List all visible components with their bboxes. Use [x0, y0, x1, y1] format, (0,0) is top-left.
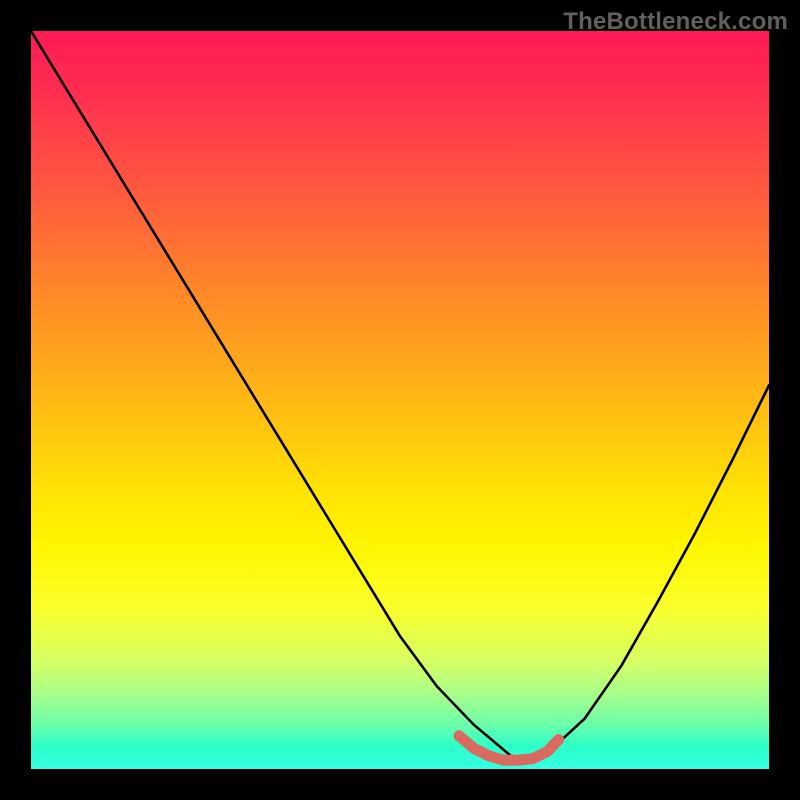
red-flat-marker [459, 736, 559, 760]
plot-area [31, 31, 769, 769]
chart-container: TheBottleneck.com [0, 0, 800, 800]
chart-svg [31, 31, 769, 769]
black-curve [31, 31, 769, 760]
